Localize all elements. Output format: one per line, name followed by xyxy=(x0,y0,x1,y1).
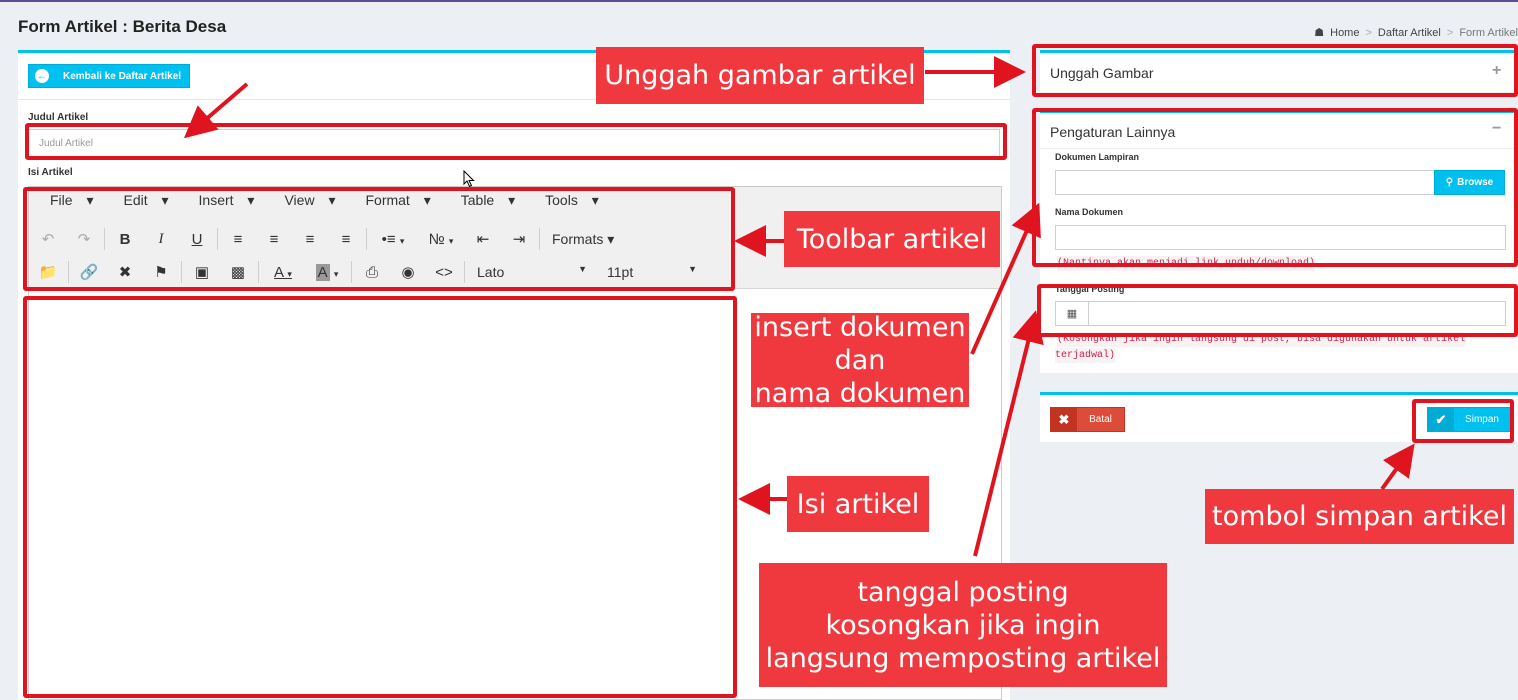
title-arrow xyxy=(183,82,249,139)
annotation-arrows xyxy=(183,56,1415,557)
save-arrow xyxy=(1380,443,1415,491)
date-arrow xyxy=(973,310,1044,557)
document-arrow xyxy=(970,202,1041,355)
